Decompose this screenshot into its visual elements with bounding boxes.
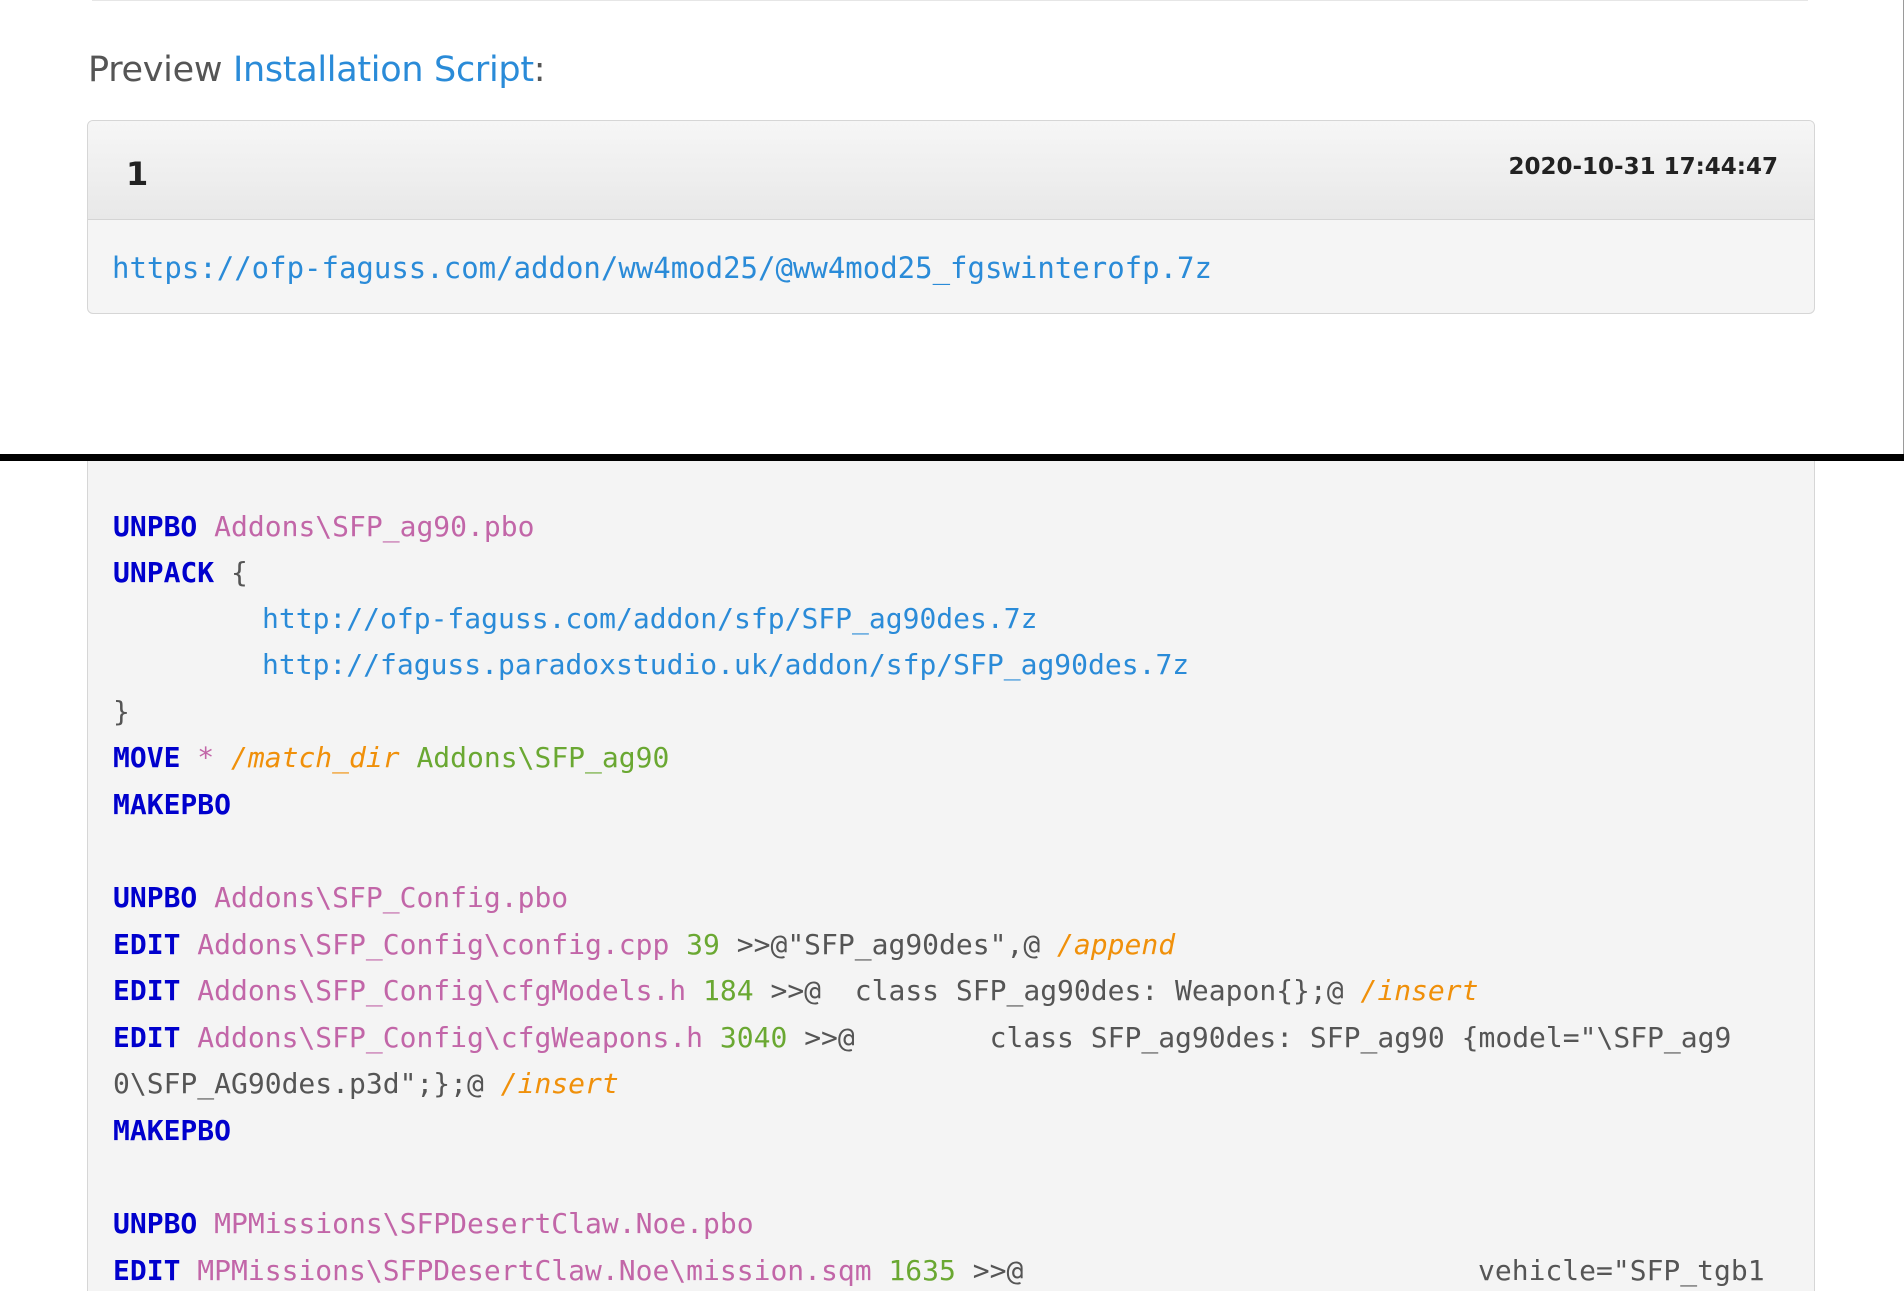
code-line: UNPBO Addons\SFP_Config.pbo xyxy=(113,878,568,918)
code-url-link[interactable]: http://ofp-faguss.com/addon/sfp/SFP_ag90… xyxy=(262,602,1037,635)
code-line: MAKEPBO xyxy=(113,785,231,825)
code-line: EDIT Addons\SFP_Config\config.cpp 39 >>@… xyxy=(113,925,1175,965)
brace: { xyxy=(231,556,248,589)
code-line: http://faguss.paradoxstudio.uk/addon/sfp… xyxy=(262,645,1189,685)
wildcard: * xyxy=(197,741,215,774)
preview-heading: Preview Installation Script: xyxy=(88,50,546,90)
keyword: MAKEPBO xyxy=(113,1114,232,1147)
code-line: http://ofp-faguss.com/addon/sfp/SFP_ag90… xyxy=(262,599,1037,639)
edit-text: >>@ class SFP_ag90des: SFP_ag90 {model="… xyxy=(804,1021,1732,1054)
path: MPMissions\SFPDesertClaw.Noe.pbo xyxy=(214,1207,754,1240)
code-line: UNPBO Addons\SFP_ag90.pbo xyxy=(113,507,534,547)
keyword: MOVE xyxy=(113,741,181,774)
keyword: MAKEPBO xyxy=(113,788,232,821)
path: Addons\SFP_Config\cfgWeapons.h xyxy=(197,1021,704,1054)
code-line: EDIT Addons\SFP_Config\cfgWeapons.h 3040… xyxy=(113,1018,1731,1058)
brace: } xyxy=(113,695,130,728)
panel-header: 1 2020-10-31 17:44:47 xyxy=(88,121,1814,220)
line-number: 1635 xyxy=(888,1254,956,1287)
line-number: 184 xyxy=(703,974,754,1007)
edit-text: >>@"SFP_ag90des",@ xyxy=(736,928,1041,961)
path: MPMissions\SFPDesertClaw.Noe\mission.sqm xyxy=(197,1254,872,1287)
path: Addons\SFP_Config\config.cpp xyxy=(197,928,670,961)
script-timestamp: 2020-10-31 17:44:47 xyxy=(1508,154,1778,180)
code-line: MOVE * /match_dir Addons\SFP_ag90 xyxy=(113,738,669,778)
edit-text: vehicle="SFP_tgb1 xyxy=(1478,1254,1765,1287)
code-line: EDIT MPMissions\SFPDesertClaw.Noe\missio… xyxy=(113,1251,1765,1291)
code-line: UNPBO MPMissions\SFPDesertClaw.Noe.pbo xyxy=(113,1204,754,1244)
path: Addons\SFP_Config.pbo xyxy=(214,881,569,914)
code-line: 0\SFP_AG90des.p3d";};@ /insert xyxy=(113,1064,619,1104)
keyword: UNPBO xyxy=(113,510,198,543)
line-number: 3040 xyxy=(719,1021,788,1054)
edit-text: >>@ xyxy=(972,1254,1024,1287)
keyword: EDIT xyxy=(113,1021,181,1054)
top-divider xyxy=(92,0,1808,1)
line-number: 39 xyxy=(686,928,720,961)
option: /insert xyxy=(500,1067,619,1100)
heading-prefix: Preview xyxy=(88,50,223,90)
code-url-link[interactable]: http://faguss.paradoxstudio.uk/addon/sfp… xyxy=(262,648,1189,681)
installation-script-link[interactable]: Installation Script xyxy=(233,50,534,90)
edit-text: 0\SFP_AG90des.p3d";};@ xyxy=(113,1067,484,1100)
edit-text: >>@ class SFP_ag90des: Weapon{};@ xyxy=(770,974,1344,1007)
path: Addons\SFP_Config\cfgModels.h xyxy=(197,974,687,1007)
script-version-number: 1 xyxy=(126,155,149,193)
keyword: EDIT xyxy=(113,1254,181,1287)
path: Addons\SFP_ag90.pbo xyxy=(214,510,535,543)
keyword: UNPBO xyxy=(113,881,198,914)
code-line: MAKEPBO xyxy=(113,1111,231,1151)
download-url-link[interactable]: https://ofp-faguss.com/addon/ww4mod25/@w… xyxy=(112,251,1212,285)
target-path: Addons\SFP_ag90 xyxy=(416,741,670,774)
code-line: UNPACK { xyxy=(113,553,248,593)
script-panel: 1 2020-10-31 17:44:47 https://ofp-faguss… xyxy=(87,120,1815,314)
option: /match_dir xyxy=(231,741,400,774)
keyword: UNPBO xyxy=(113,1207,198,1240)
code-line: EDIT Addons\SFP_Config\cfgModels.h 184 >… xyxy=(113,971,1479,1011)
keyword: UNPACK xyxy=(113,556,215,589)
code-line: } xyxy=(113,692,130,732)
keyword: EDIT xyxy=(113,974,181,1007)
code-block: UNPBO Addons\SFP_ag90.pbo UNPACK { http:… xyxy=(87,461,1815,1291)
option: /insert xyxy=(1360,974,1479,1007)
option: /append xyxy=(1057,928,1176,961)
heading-suffix: : xyxy=(533,50,546,90)
keyword: EDIT xyxy=(113,928,181,961)
screenshot-divider xyxy=(0,454,1904,461)
